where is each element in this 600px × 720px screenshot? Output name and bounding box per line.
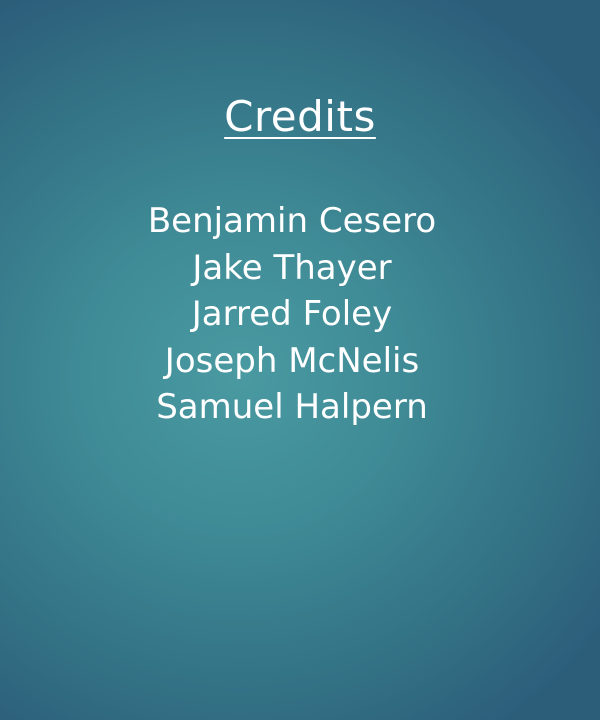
slide-title: Credits [0,91,600,143]
credit-name: Jake Thayer [192,247,392,288]
credit-name: Jarred Foley [191,294,393,334]
credits-name-list: Benjamin Cesero Jake Thayer Jarred Foley… [0,198,584,431]
credit-name: Benjamin Cesero [147,201,437,241]
credit-name: Joseph McNelis [164,340,420,381]
credits-slide: Credits Benjamin Cesero Jake Thayer Jarr… [0,0,600,720]
credit-name: Samuel Halpern [156,387,428,427]
slide-title-text: Credits [224,92,376,141]
